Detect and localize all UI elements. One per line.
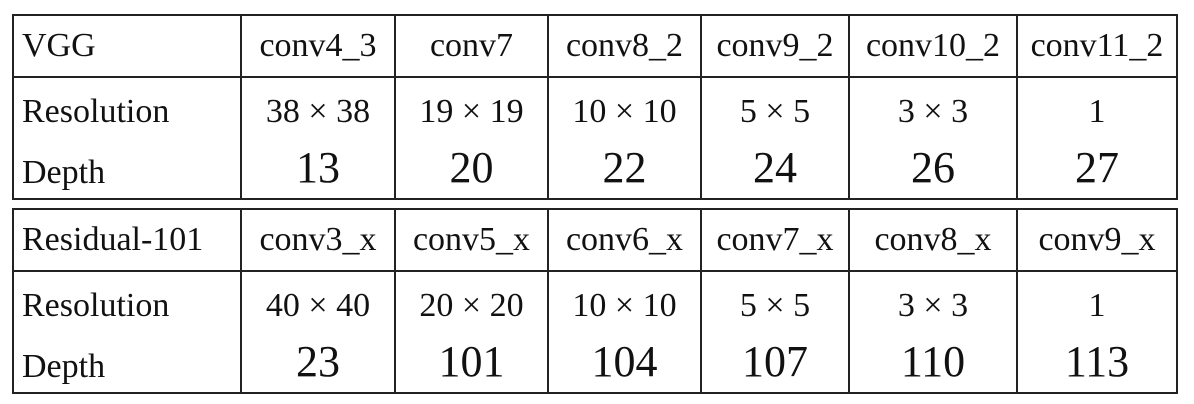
depth-value: 23: [296, 336, 340, 386]
depth-cell: 104: [547, 334, 702, 394]
depth-row: Depth 13 20 22 24 26 27: [12, 140, 1178, 200]
depth-cell: 26: [848, 140, 1018, 200]
layer-name: conv4_3: [240, 14, 396, 78]
depth-cell: 20: [394, 140, 549, 200]
depth-value: 104: [591, 336, 658, 386]
depth-value: 27: [1075, 142, 1119, 192]
resolution-cell: 3 × 3: [848, 271, 1018, 334]
resolution-row: Resolution 38 × 38 19 × 19 10 × 10 5 × 5…: [12, 77, 1178, 140]
resolution-cell: 20 × 20: [394, 271, 549, 334]
depth-cell: 113: [1016, 334, 1178, 394]
depth-cell: 27: [1016, 140, 1178, 200]
residual-table: Residual-101 conv3_x conv5_x conv6_x con…: [12, 208, 1178, 394]
depth-value: 101: [438, 336, 505, 386]
layer-name: conv8_x: [848, 208, 1018, 272]
resolution-cell: 3 × 3: [848, 77, 1018, 140]
resolution-cell: 40 × 40: [240, 271, 396, 334]
layer-name: conv5_x: [394, 208, 549, 272]
depth-cell: 23: [240, 334, 396, 394]
depth-value: 22: [602, 142, 647, 192]
resolution-cell: 38 × 38: [240, 77, 396, 140]
resolution-cell: 10 × 10: [547, 77, 702, 140]
depth-value: 26: [911, 142, 955, 192]
table-name: Residual-101: [12, 208, 242, 272]
depth-cell: 101: [394, 334, 549, 394]
resolution-row: Resolution 40 × 40 20 × 20 10 × 10 5 × 5…: [12, 271, 1178, 334]
depth-value: 20: [449, 142, 494, 192]
layer-name: conv9_x: [1016, 208, 1178, 272]
depth-value: 107: [742, 336, 808, 386]
depth-value: 13: [296, 142, 340, 192]
layer-name: conv11_2: [1016, 14, 1178, 78]
layer-name: conv6_x: [547, 208, 702, 272]
resolution-cell: 5 × 5: [700, 271, 850, 334]
layer-name: conv3_x: [240, 208, 396, 272]
table-header-row: Residual-101 conv3_x conv5_x conv6_x con…: [12, 208, 1178, 272]
table-name: VGG: [12, 14, 242, 78]
depth-cell: 107: [700, 334, 850, 394]
row-label-text: Depth: [22, 348, 106, 385]
vgg-table: VGG conv4_3 conv7 conv8_2 conv9_2 conv10…: [12, 14, 1178, 200]
resolution-cell: 10 × 10: [547, 271, 702, 334]
resolution-cell: 1: [1016, 271, 1178, 334]
layer-name: conv7_x: [700, 208, 850, 272]
resolution-cell: 1: [1016, 77, 1178, 140]
depth-row: Depth 23 101 104 107 110 113: [12, 334, 1178, 394]
row-label-text: Depth: [22, 154, 106, 191]
table-header-row: VGG conv4_3 conv7 conv8_2 conv9_2 conv10…: [12, 14, 1178, 78]
depth-cell: 22: [547, 140, 702, 200]
depth-cell: 24: [700, 140, 850, 200]
layer-name: conv9_2: [700, 14, 850, 78]
row-label: Resolution: [12, 77, 242, 140]
layer-name: conv8_2: [547, 14, 702, 78]
depth-value: 113: [1064, 336, 1130, 386]
layer-name: conv10_2: [848, 14, 1018, 78]
row-label: Depth: [12, 334, 242, 394]
row-label: Resolution: [12, 271, 242, 334]
depth-value: 110: [900, 336, 966, 386]
resolution-cell: 19 × 19: [394, 77, 549, 140]
resolution-cell: 5 × 5: [700, 77, 850, 140]
row-label: Depth: [12, 140, 242, 200]
depth-value: 24: [753, 142, 797, 192]
layer-name: conv7: [394, 14, 549, 78]
depth-cell: 13: [240, 140, 396, 200]
depth-cell: 110: [848, 334, 1018, 394]
